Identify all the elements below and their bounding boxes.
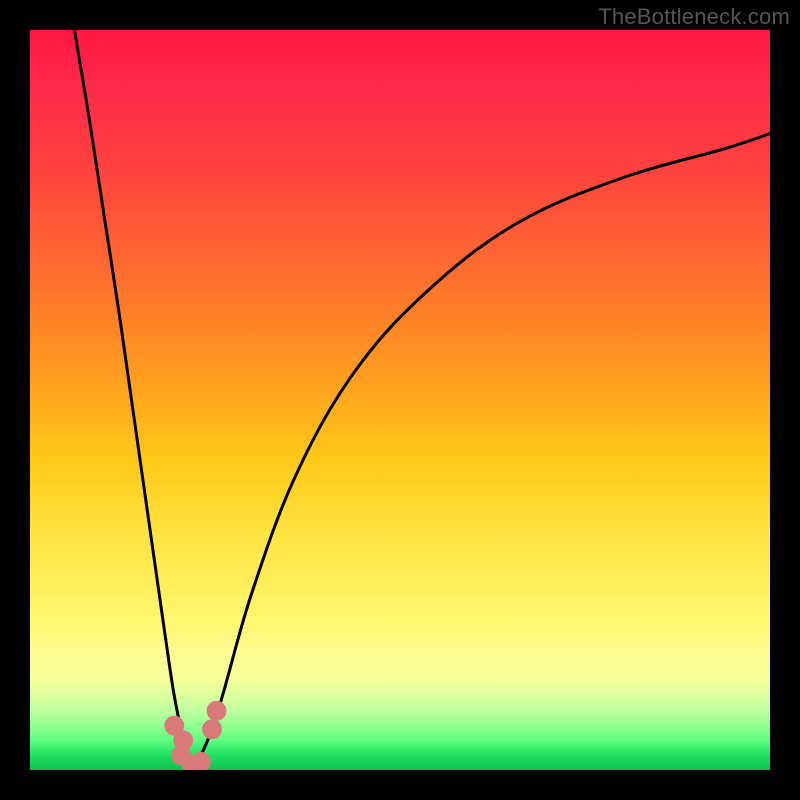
plot-area	[30, 30, 770, 770]
optimal-marker	[207, 701, 227, 721]
left-branch-curve	[74, 30, 192, 770]
right-branch-curve	[193, 134, 770, 770]
optimal-marker	[191, 752, 211, 770]
watermark-text: TheBottleneck.com	[598, 4, 790, 30]
curve-layer	[30, 30, 770, 770]
chart-frame: TheBottleneck.com	[0, 0, 800, 800]
optimal-marker-cluster	[164, 701, 226, 770]
optimal-marker	[202, 719, 222, 739]
